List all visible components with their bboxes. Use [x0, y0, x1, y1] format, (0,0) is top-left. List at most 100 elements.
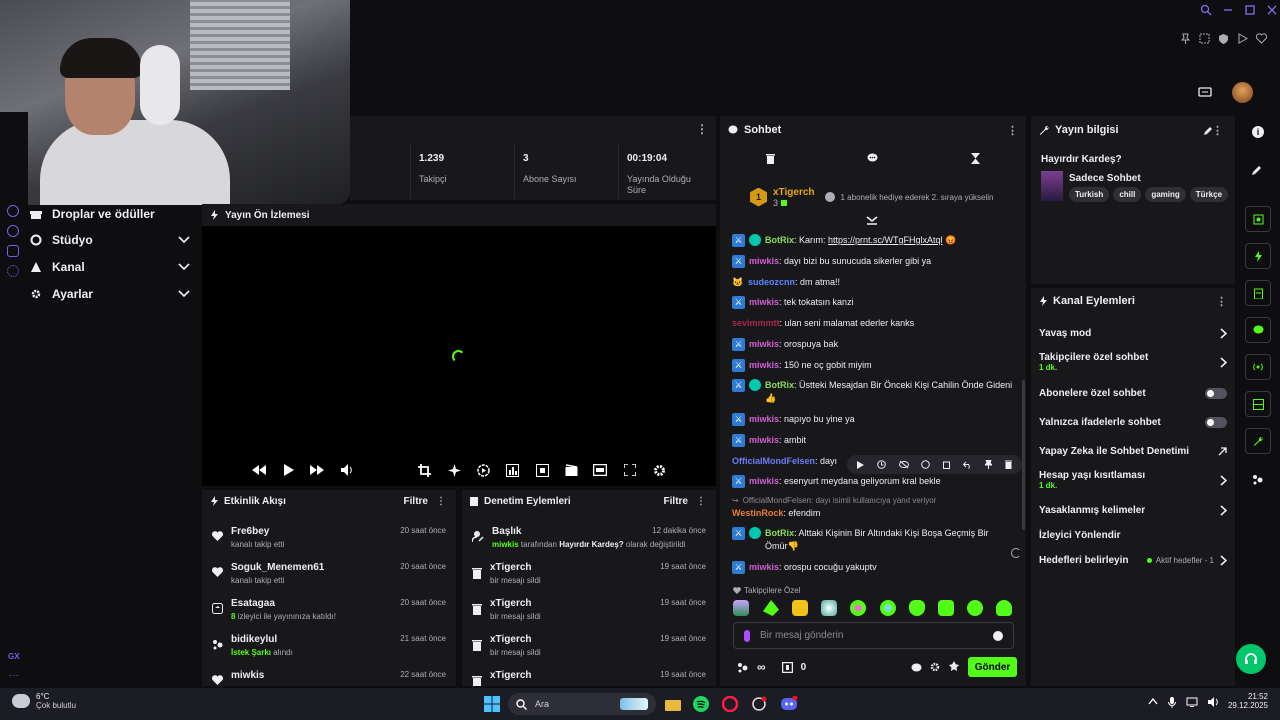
sidebar-item-settings[interactable]: Ayarlar: [30, 282, 190, 306]
microphone-icon[interactable]: [1168, 697, 1176, 708]
action-host[interactable]: İzleyici Yönlendir: [1039, 530, 1227, 541]
reply-icon[interactable]: [963, 461, 972, 469]
clock[interactable]: 21:52 29.12.2025: [1226, 692, 1268, 710]
speaker-icon[interactable]: [1208, 697, 1220, 708]
emote[interactable]: [967, 600, 983, 616]
chat-message[interactable]: ⚔ miwkis: orospu cocuğu yakuptv: [732, 561, 1016, 574]
points-icon[interactable]: [1252, 474, 1264, 485]
app-icon[interactable]: [750, 695, 768, 713]
chat-message[interactable]: ⚔ BotRix: Üstteki Mesajdan Bir Önceki Kiş…: [732, 379, 1016, 405]
pip-icon[interactable]: [534, 462, 550, 478]
list-item[interactable]: Esatagaa 8 izleyici ile yayınınıza katıld…: [202, 594, 456, 630]
volume-icon[interactable]: [339, 462, 355, 478]
file-explorer-icon[interactable]: [664, 695, 682, 713]
windows-start-icon[interactable]: [483, 695, 501, 713]
list-item[interactable]: xTigerch bir mesajı sildi 19 saat önce: [462, 630, 716, 666]
emote[interactable]: [880, 600, 896, 616]
badge-icon[interactable]: [948, 661, 960, 673]
minimize-icon[interactable]: [1222, 4, 1234, 16]
chat-input[interactable]: Bir mesaj gönderin: [733, 622, 1014, 649]
pencil-icon[interactable]: [1252, 164, 1263, 175]
mention-icon[interactable]: [921, 460, 930, 469]
maximize-icon[interactable]: [1244, 4, 1256, 16]
emote[interactable]: [996, 600, 1012, 616]
weather-widget[interactable]: 6°C Çok bulutlu: [12, 692, 76, 710]
sidebar-item-drops[interactable]: Droplar ve ödüller: [30, 202, 190, 226]
chat-message[interactable]: ⚔ miwkis: tek tokatsın kanzi: [732, 296, 1016, 309]
search-icon[interactable]: [1200, 4, 1212, 16]
more-options-icon[interactable]: ⋮: [1216, 295, 1227, 308]
info-icon[interactable]: i: [1252, 126, 1264, 138]
emote[interactable]: [792, 600, 808, 616]
action-ai-moderation[interactable]: Yapay Zeka ile Sohbet Denetimi: [1039, 446, 1227, 457]
network-icon[interactable]: [1186, 697, 1198, 708]
more-options-icon[interactable]: ⋮: [696, 122, 708, 136]
close-icon[interactable]: [1266, 4, 1278, 16]
theater-icon[interactable]: [592, 462, 608, 478]
sidebar-toggle-icon[interactable]: [1275, 33, 1280, 44]
opera-gx-icon[interactable]: [721, 695, 739, 713]
fast-forward-icon[interactable]: [309, 462, 325, 478]
rail-layout-button[interactable]: [1245, 391, 1271, 417]
copy-icon[interactable]: [942, 460, 951, 469]
chat-message[interactable]: WestinRock: efendim: [732, 507, 1016, 520]
rail-settings-icon[interactable]: [7, 265, 19, 277]
hide-icon[interactable]: [898, 460, 909, 469]
microphone-icon[interactable]: [744, 629, 750, 642]
more-options-icon[interactable]: ⋮: [696, 496, 706, 507]
emote[interactable]: [909, 600, 925, 616]
emoji-icon[interactable]: [993, 630, 1003, 641]
list-item[interactable]: xTigerch bir mesajı sildi 19 saat önce: [462, 558, 716, 594]
crop-icon[interactable]: [416, 462, 432, 478]
more-dots-icon[interactable]: ···: [9, 670, 19, 681]
pin-icon[interactable]: [1180, 33, 1191, 44]
timeout-icon[interactable]: [877, 460, 886, 469]
list-item[interactable]: Soguk_Menemen61 kanalı takip etti 20 saat…: [202, 558, 456, 594]
support-button[interactable]: [1236, 644, 1266, 674]
send-button[interactable]: Gönder: [968, 657, 1017, 677]
action-account-age[interactable]: Hesap yaşı kısıtlaması 1 dk.: [1039, 470, 1227, 490]
list-item[interactable]: xTigerch 19 saat önce: [462, 666, 716, 686]
chat-message[interactable]: ⚔ miwkis: 150 ne oç gobit miyim: [732, 359, 1016, 372]
sidebar-item-studio[interactable]: Stüdyo: [30, 228, 190, 252]
snapshot-icon[interactable]: [1199, 33, 1210, 44]
chat-message[interactable]: ⚔ miwkis: napıyo bu yine ya: [732, 413, 1016, 426]
more-options-icon[interactable]: ⋮: [1212, 124, 1223, 137]
subscribers-only-toggle[interactable]: [1205, 388, 1227, 399]
chat-message[interactable]: sevimmmtt: ulan seni malamat ederler kan…: [732, 317, 1016, 330]
trash-icon[interactable]: [1004, 460, 1012, 469]
player-icon[interactable]: [1237, 33, 1248, 44]
play-icon[interactable]: [281, 462, 297, 478]
chat-bubble-icon[interactable]: [911, 663, 922, 672]
spotify-icon[interactable]: [692, 695, 710, 713]
gear-icon[interactable]: [930, 662, 940, 672]
emote[interactable]: [938, 600, 954, 616]
more-options-icon[interactable]: ⋮: [436, 496, 446, 507]
chat-message[interactable]: 🐱 sudeozcnn: dm atma!!: [732, 276, 1016, 289]
filter-button[interactable]: Filtre: [664, 496, 688, 507]
heart-outline-icon[interactable]: [1256, 33, 1267, 44]
list-item[interactable]: miwkis 22 saat önce: [202, 666, 456, 686]
pin-icon[interactable]: [985, 460, 993, 469]
emote[interactable]: [850, 600, 866, 616]
sparkle-icon[interactable]: [446, 462, 462, 478]
list-item[interactable]: Başlık miwkis tarafından Hayırdır Kardeş…: [462, 522, 716, 558]
replay-icon[interactable]: [475, 462, 491, 478]
filter-button[interactable]: Filtre: [404, 496, 428, 507]
action-subscribers-only[interactable]: Abonelere özel sohbet: [1039, 388, 1227, 399]
discord-icon[interactable]: [780, 695, 798, 713]
chat-message[interactable]: ⚔ miwkis: dayı bizi bu sunucuda sikerler …: [732, 255, 1016, 268]
tag[interactable]: Turkish: [1069, 187, 1110, 202]
fullscreen-icon[interactable]: [622, 462, 638, 478]
chat-link[interactable]: https://prnt.sc/WTgFHglxAtql: [828, 235, 943, 245]
tag[interactable]: chill: [1113, 187, 1142, 202]
rail-clipboard-button[interactable]: [1245, 280, 1271, 306]
rail-broadcast-button[interactable]: [1245, 354, 1271, 380]
chat-message[interactable]: ⚔ miwkis: ambit: [732, 434, 1016, 447]
tag[interactable]: gaming: [1145, 187, 1186, 202]
avatar[interactable]: [1232, 82, 1253, 103]
cards-icon[interactable]: [1198, 86, 1212, 98]
rail-dot-icon[interactable]: [7, 205, 19, 217]
rail-capture-button[interactable]: [1245, 206, 1271, 232]
tag[interactable]: Türkçe: [1189, 187, 1229, 202]
